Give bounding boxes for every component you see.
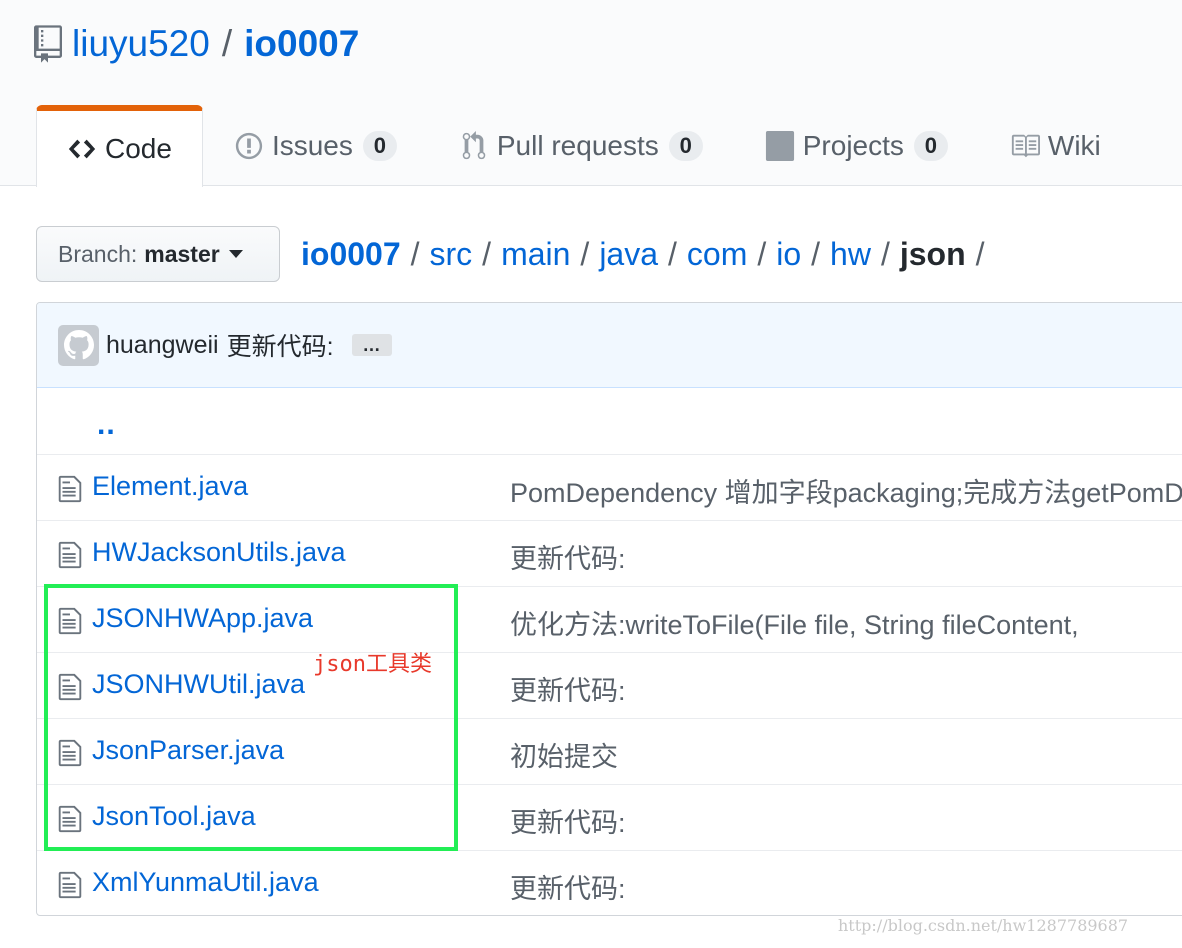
code-icon: [68, 139, 96, 159]
repo-title: liuyu520 / io0007: [34, 22, 359, 66]
tab-code[interactable]: Code: [36, 105, 203, 187]
breadcrumb-separator: /: [880, 235, 890, 272]
breadcrumb: io0007 / src / main / java / com / io / …: [301, 232, 995, 276]
project-icon: [765, 130, 794, 161]
breadcrumb-hw[interactable]: hw: [830, 236, 871, 273]
commit-expand-button[interactable]: …: [351, 334, 392, 356]
tab-projects[interactable]: Projects 0: [734, 105, 979, 186]
repo-separator: /: [221, 23, 233, 64]
file-name-link[interactable]: Element.java: [92, 471, 248, 502]
repo-header: liuyu520 / io0007 Code Issues 0 Pull req…: [0, 0, 1182, 187]
breadcrumb-main[interactable]: main: [501, 236, 570, 273]
tab-pull-requests-label: Pull requests: [496, 129, 659, 161]
breadcrumb-root[interactable]: io0007: [301, 236, 401, 273]
tab-issues-label: Issues: [271, 129, 353, 161]
file-commit-message[interactable]: 初始提交: [510, 735, 618, 774]
annotation-label: json工具类: [313, 652, 432, 677]
commit-message[interactable]: 更新代码:: [227, 327, 334, 363]
latest-commit-bar: huangweii 更新代码: …: [37, 303, 1182, 388]
parent-directory-row[interactable]: ..: [37, 388, 1182, 454]
breadcrumb-separator: /: [580, 235, 590, 272]
breadcrumb-separator: /: [482, 235, 492, 272]
parent-directory-link[interactable]: ..: [97, 408, 116, 442]
tab-issues[interactable]: Issues 0: [203, 105, 428, 186]
table-row: Element.java PomDependency 增加字段packaging…: [37, 454, 1182, 520]
file-name-link[interactable]: XmlYunmaUtil.java: [92, 867, 319, 898]
avatar[interactable]: [58, 324, 99, 366]
breadcrumb-src[interactable]: src: [430, 236, 473, 273]
breadcrumb-separator: /: [757, 235, 767, 272]
table-row: HWJacksonUtils.java 更新代码:: [37, 520, 1182, 586]
annotation-highlight-box: [44, 584, 458, 851]
tab-wiki-label: Wiki: [1047, 129, 1101, 161]
breadcrumb-separator: /: [975, 235, 985, 272]
file-commit-message[interactable]: 更新代码:: [510, 801, 626, 840]
file-icon: [58, 541, 82, 569]
pull-request-icon: [462, 130, 486, 159]
tab-code-label: Code: [105, 133, 172, 164]
repo-nav: Code Issues 0 Pull requests 0 Projects 0…: [36, 105, 1132, 187]
branch-name: master: [144, 240, 220, 267]
tab-projects-label: Projects: [802, 129, 904, 161]
issues-counter: 0: [362, 130, 397, 161]
breadcrumb-separator: /: [668, 235, 677, 272]
tab-pull-requests[interactable]: Pull requests 0: [428, 105, 734, 186]
projects-counter: 0: [913, 130, 948, 161]
file-commit-message[interactable]: 优化方法:writeToFile(File file, String fileC…: [510, 603, 1079, 642]
breadcrumb-separator: /: [811, 235, 821, 272]
file-commit-message[interactable]: PomDependency 增加字段packaging;完成方法getPomDe…: [510, 471, 1182, 510]
book-icon: [1011, 134, 1040, 157]
breadcrumb-io[interactable]: io: [776, 236, 801, 273]
file-commit-message[interactable]: 更新代码:: [510, 669, 626, 708]
branch-prefix: Branch:: [58, 240, 138, 267]
breadcrumb-separator: /: [410, 235, 420, 272]
file-icon: [58, 871, 82, 899]
file-commit-message[interactable]: 更新代码:: [510, 537, 626, 576]
repo-icon: [34, 25, 62, 63]
tab-wiki[interactable]: Wiki: [979, 105, 1132, 186]
watermark: http://blog.csdn.net/hw1287789687: [838, 916, 1129, 935]
file-commit-message[interactable]: 更新代码:: [510, 867, 626, 906]
pull-requests-counter: 0: [668, 130, 703, 161]
repo-owner-link[interactable]: liuyu520: [72, 23, 210, 65]
octocat-icon: [63, 330, 94, 360]
issue-icon: [235, 132, 263, 159]
repo-name-link[interactable]: io0007: [244, 23, 359, 65]
breadcrumb-java[interactable]: java: [599, 236, 658, 273]
file-name-link[interactable]: HWJacksonUtils.java: [92, 537, 346, 568]
breadcrumb-current: json: [899, 235, 966, 272]
table-row: XmlYunmaUtil.java 更新代码:: [37, 850, 1182, 915]
caret-down-icon: [228, 250, 243, 258]
branch-select-button[interactable]: Branch: master: [36, 226, 280, 282]
breadcrumb-com[interactable]: com: [687, 236, 747, 273]
file-icon: [58, 475, 82, 503]
commit-author[interactable]: huangweii: [106, 331, 219, 360]
